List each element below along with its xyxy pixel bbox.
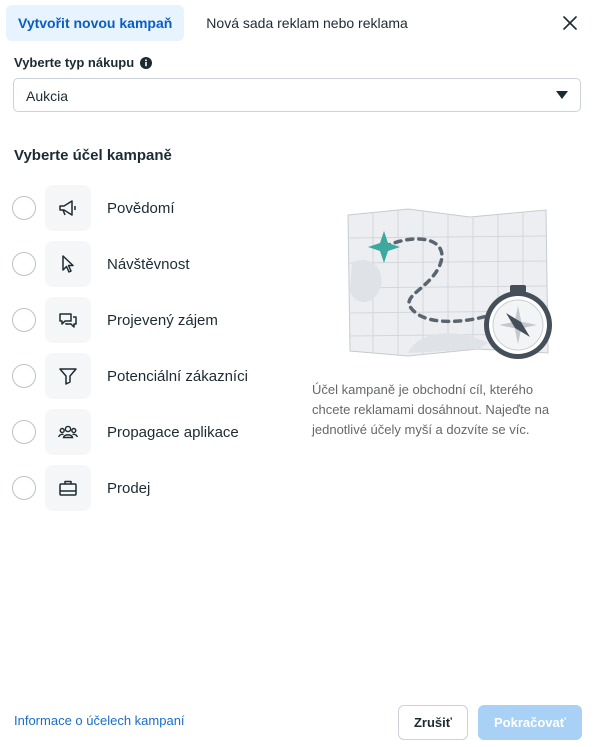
objective-label: Projevený zájem (107, 311, 218, 329)
objective-icon-box (45, 185, 91, 231)
briefcase-icon (59, 480, 77, 496)
objective-label: Potenciální zákazníci (107, 367, 248, 385)
continue-button[interactable]: Pokračovať (478, 705, 582, 740)
objective-description: Účel kampaně je obchodní cíl, kterého ch… (312, 382, 550, 437)
megaphone-icon (59, 200, 76, 216)
cancel-button[interactable]: Zrušiť (398, 705, 468, 740)
radio-button[interactable] (12, 308, 36, 332)
objective-icon-box (45, 409, 91, 455)
objective-engagement[interactable]: Projevený zájem (12, 297, 218, 343)
cursor-icon (62, 255, 74, 273)
close-button[interactable] (559, 12, 581, 34)
objective-label: Návštěvnost (107, 255, 190, 273)
objective-section-title: Vyberte účel kampaně (14, 147, 172, 164)
people-icon (58, 425, 78, 439)
objective-label: Propagace aplikace (107, 423, 239, 441)
objective-sales[interactable]: Prodej (12, 465, 150, 511)
caret-down-icon (556, 91, 568, 99)
close-icon (563, 16, 577, 30)
objective-label: Prodej (107, 479, 151, 497)
buying-type-label-text: Vyberte typ nákupu (14, 55, 135, 70)
tab-bar: Vytvořit novou kampaň Nová sada reklam n… (6, 5, 420, 41)
map-compass-illustration (347, 208, 552, 359)
funnel-icon (59, 368, 77, 385)
radio-button[interactable] (12, 252, 36, 276)
chat-bubbles-icon (59, 313, 77, 328)
objective-icon-box (45, 465, 91, 511)
buying-type-select[interactable]: Aukcia (13, 78, 581, 112)
objectives-info-link[interactable]: Informace o účelech kampaní (14, 713, 185, 728)
objective-label: Povědomí (107, 199, 175, 217)
objective-icon-box (45, 241, 91, 287)
tab-create-campaign[interactable]: Vytvořit novou kampaň (6, 5, 185, 41)
objective-traffic[interactable]: Návštěvnost (12, 241, 190, 287)
objective-awareness[interactable]: Povědomí (12, 185, 175, 231)
objective-icon-box (45, 353, 91, 399)
tab-new-adset-or-ad[interactable]: Nová sada reklam nebo reklama (194, 5, 420, 41)
radio-button[interactable] (12, 476, 36, 500)
radio-button[interactable] (12, 420, 36, 444)
objective-icon-box (45, 297, 91, 343)
objective-leads[interactable]: Potenciální zákazníci (12, 353, 248, 399)
buying-type-label: Vyberte typ nákupu (14, 55, 153, 70)
buying-type-value: Aukcia (26, 88, 69, 104)
info-icon[interactable] (140, 56, 153, 69)
radio-button[interactable] (12, 364, 36, 388)
objective-app-promotion[interactable]: Propagace aplikace (12, 409, 239, 455)
radio-button[interactable] (12, 196, 36, 220)
